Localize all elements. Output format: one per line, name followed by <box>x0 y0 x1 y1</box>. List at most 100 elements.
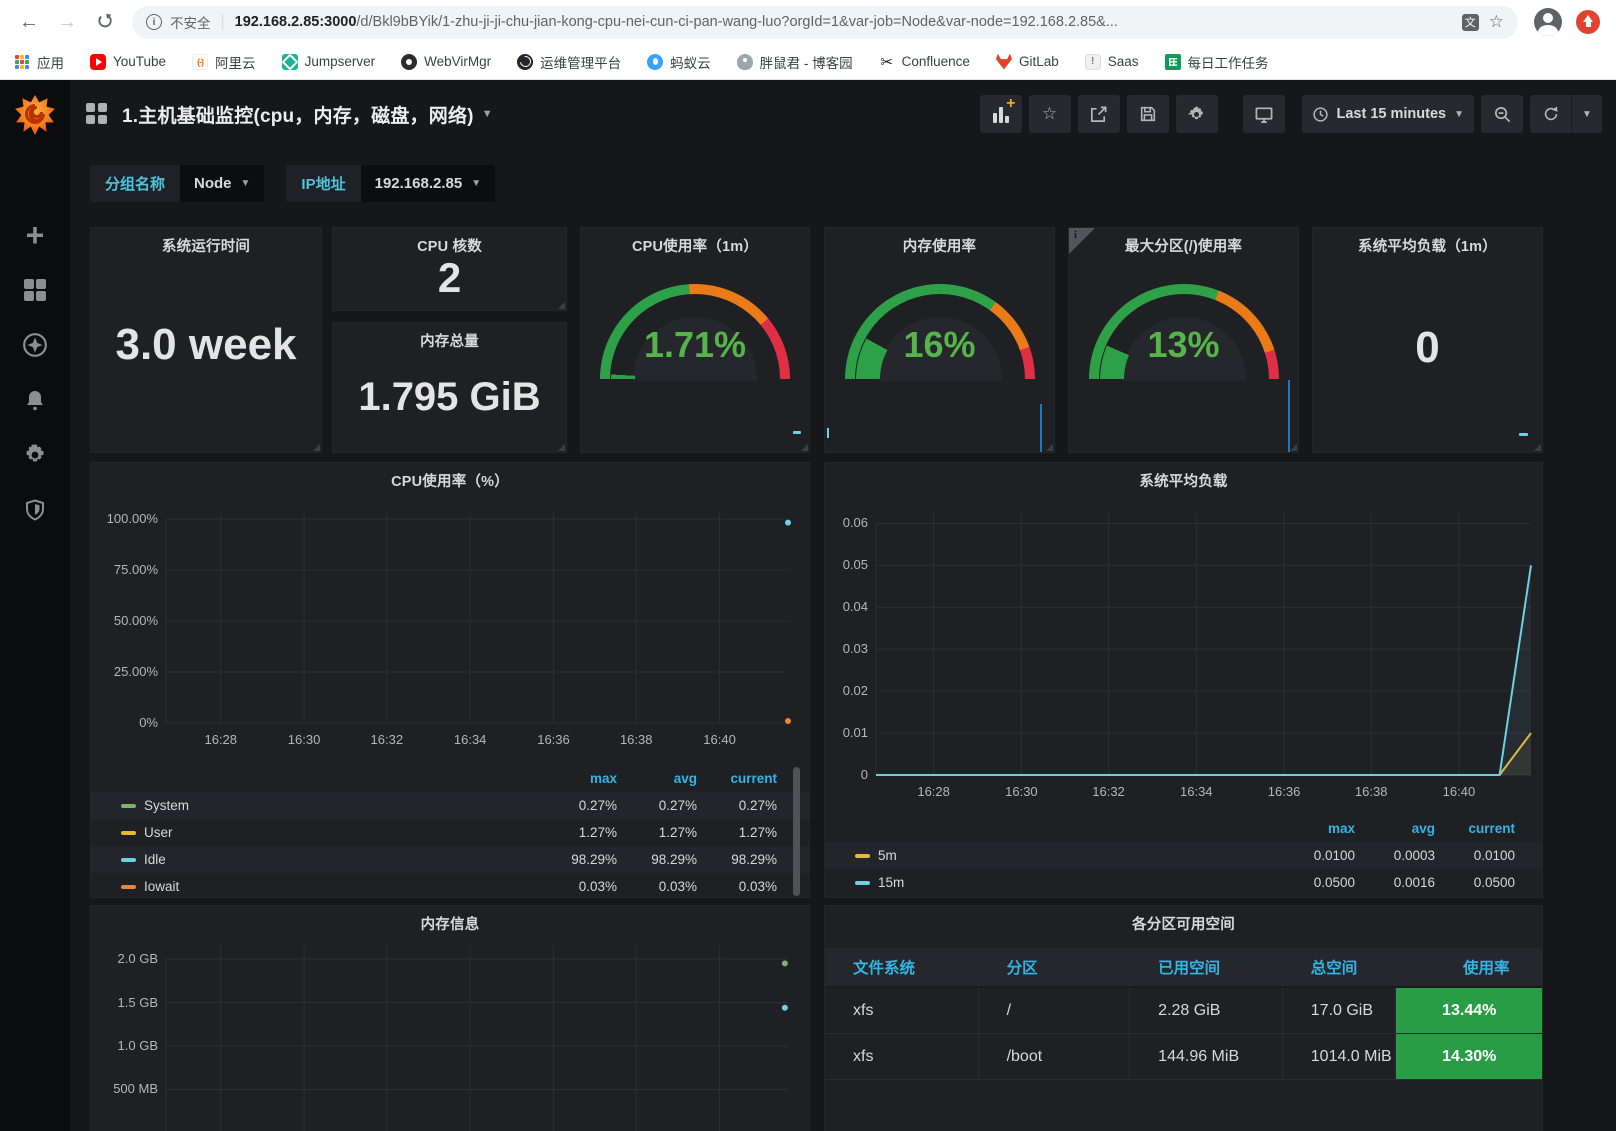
forward-icon[interactable]: → <box>52 7 82 37</box>
graph-plot[interactable] <box>166 946 788 1131</box>
graph-plot[interactable] <box>876 513 1531 775</box>
panel-mem-total[interactable]: 内存总量 1.795 GiB <box>332 322 567 453</box>
panel-partition-gauge[interactable]: i 最大分区(/)使用率 13% <box>1068 227 1299 453</box>
bookmark-item[interactable]: 运维管理平台 <box>517 52 621 72</box>
graph-plot[interactable] <box>166 511 788 723</box>
aliyun-icon <box>192 54 208 70</box>
bookmark-item[interactable]: Saas <box>1085 54 1139 70</box>
profile-avatar[interactable] <box>1534 8 1562 36</box>
legend-scrollbar[interactable] <box>793 767 800 896</box>
panel-title[interactable]: 内存总量 <box>333 330 566 351</box>
table-column-header[interactable]: 总空间 <box>1283 956 1397 978</box>
alerting-bell-icon[interactable] <box>22 387 48 413</box>
stat-value: 0 <box>1313 323 1542 373</box>
grafana-logo-icon[interactable] <box>14 94 56 136</box>
explore-compass-icon[interactable] <box>22 332 48 358</box>
panel-title[interactable]: 系统平均负载（1m） <box>1313 235 1542 256</box>
panel-resize-handle[interactable] <box>1290 444 1297 451</box>
time-picker-button[interactable]: Last 15 minutes ▼ <box>1302 95 1475 133</box>
add-panel-button[interactable]: + <box>980 95 1022 133</box>
panel-partition-table[interactable]: 各分区可用空间 文件系统分区已用空间总空间使用率xfs/2.28 GiB17.0… <box>824 905 1543 1131</box>
panel-title[interactable]: 内存使用率 <box>825 235 1054 256</box>
sparkline-spike <box>1288 380 1290 452</box>
star-dashboard-button[interactable]: ☆ <box>1029 95 1071 133</box>
share-dashboard-button[interactable] <box>1078 95 1120 133</box>
bookmark-item[interactable]: Jumpserver <box>282 54 376 70</box>
legend-row[interactable]: 5m0.01000.00030.0100 <box>825 842 1542 869</box>
panel-cpu-cores[interactable]: CPU 核数 2 <box>332 227 567 311</box>
dashboards-icon[interactable] <box>22 277 48 303</box>
bookmark-item[interactable]: 每日工作任务 <box>1165 52 1269 72</box>
panel-title[interactable]: 系统运行时间 <box>91 235 321 256</box>
table-column-header[interactable]: 文件系统 <box>825 956 979 978</box>
legend-row[interactable]: System0.27%0.27%0.27% <box>91 792 809 819</box>
table-column-header[interactable]: 分区 <box>979 956 1131 978</box>
panel-title[interactable]: CPU 核数 <box>333 235 566 256</box>
panel-load-graph[interactable]: 系统平均负载 0.060.050.040.030.020.01016:2816:… <box>824 462 1543 898</box>
dashboard-title[interactable]: 1.主机基础监控(cpu，内存，磁盘，网络) <box>122 101 474 128</box>
bookmark-item[interactable]: 蚂蚁云 <box>647 52 711 72</box>
panel-resize-handle[interactable] <box>313 444 320 451</box>
zoom-out-button[interactable] <box>1481 95 1523 133</box>
bookmark-item[interactable]: Confluence <box>879 54 970 70</box>
panel-title[interactable]: 系统平均负载 <box>825 470 1542 491</box>
refresh-button[interactable] <box>1530 95 1572 133</box>
reload-icon[interactable]: ⭯ <box>90 7 120 37</box>
tv-mode-button[interactable] <box>1243 95 1285 133</box>
panel-load1m-stat[interactable]: 系统平均负载（1m） 0 <box>1312 227 1543 453</box>
bookmark-star-icon[interactable]: ☆ <box>1489 12 1504 32</box>
apps-icon <box>14 54 30 70</box>
panel-title[interactable]: CPU使用率（%） <box>91 470 809 491</box>
panel-mem-gauge[interactable]: 内存使用率 16% <box>824 227 1055 453</box>
panel-resize-handle[interactable] <box>1046 444 1053 451</box>
bookmark-item[interactable]: 阿里云 <box>192 52 256 72</box>
panel-title[interactable]: 最大分区(/)使用率 <box>1069 235 1298 256</box>
legend-row[interactable]: 15m0.05000.00160.0500 <box>825 869 1542 896</box>
panel-title[interactable]: 各分区可用空间 <box>825 913 1542 934</box>
panel-cpu-gauge[interactable]: CPU使用率（1m） 1.71% <box>580 227 810 453</box>
url-host: 192.168.2.85:3000 <box>235 14 357 30</box>
variable-job-select[interactable]: Node ▼ <box>180 165 264 202</box>
variable-node-select[interactable]: 192.168.2.85 ▼ <box>361 165 496 202</box>
y-axis-tick: 500 MB <box>92 1081 158 1096</box>
panel-cpu-usage-graph[interactable]: CPU使用率（%） 100.00%75.00%50.00%25.00%0%16:… <box>90 462 810 898</box>
refresh-interval-button[interactable]: ▼ <box>1572 95 1602 133</box>
bookmark-item[interactable]: YouTube <box>90 54 166 70</box>
confluence-icon <box>879 54 895 70</box>
legend-row[interactable]: User1.27%1.27%1.27% <box>91 819 809 846</box>
dashboard-settings-button[interactable] <box>1176 95 1218 133</box>
dashboard-title-caret-icon[interactable]: ▼ <box>482 108 493 120</box>
bookmark-item[interactable]: GitLab <box>996 54 1059 70</box>
legend-row[interactable]: Iowait0.03%0.03%0.03% <box>91 873 809 900</box>
panel-resize-handle[interactable] <box>801 444 808 451</box>
server-admin-shield-icon[interactable] <box>22 497 48 523</box>
page-info-icon[interactable]: i <box>146 14 162 30</box>
bookmark-item[interactable]: 应用 <box>14 52 64 72</box>
table-cell: xfs <box>825 1034 979 1079</box>
panel-resize-handle[interactable] <box>1534 444 1541 451</box>
save-dashboard-button[interactable] <box>1127 95 1169 133</box>
translate-icon[interactable]: 文 <box>1462 14 1479 31</box>
create-plus-icon[interactable]: + <box>22 222 48 248</box>
panel-title[interactable]: CPU使用率（1m） <box>581 235 809 256</box>
y-axis-tick: 0.02 <box>802 683 868 698</box>
bookmark-item[interactable]: WebVirMgr <box>401 54 491 70</box>
table-column-header[interactable]: 已用空间 <box>1130 956 1283 978</box>
legend-row[interactable]: Idle98.29%98.29%98.29% <box>91 846 809 873</box>
panel-resize-handle[interactable] <box>558 302 565 309</box>
panel-memory-graph[interactable]: 内存信息 2.0 GB1.5 GB1.0 GB500 MB <box>90 905 810 1131</box>
panel-resize-handle[interactable] <box>558 444 565 451</box>
panel-uptime[interactable]: 系统运行时间 3.0 week <box>90 227 322 453</box>
table-cell: /boot <box>979 1034 1131 1079</box>
configuration-gear-icon[interactable] <box>22 442 48 468</box>
extension-icon[interactable] <box>1576 10 1600 34</box>
panel-title[interactable]: 内存信息 <box>91 913 809 934</box>
share-icon <box>1089 105 1108 124</box>
table-column-header[interactable]: 使用率 <box>1396 956 1542 978</box>
y-axis-tick: 0% <box>92 715 158 730</box>
sparkline-dash <box>1519 433 1528 436</box>
bookmark-label: WebVirMgr <box>424 54 491 69</box>
url-bar[interactable]: i 不安全 | 192.168.2.85:3000/d/Bkl9bBYik/1-… <box>132 6 1518 39</box>
back-icon[interactable]: ← <box>14 7 44 37</box>
bookmark-item[interactable]: 胖鼠君 - 博客园 <box>737 52 853 72</box>
